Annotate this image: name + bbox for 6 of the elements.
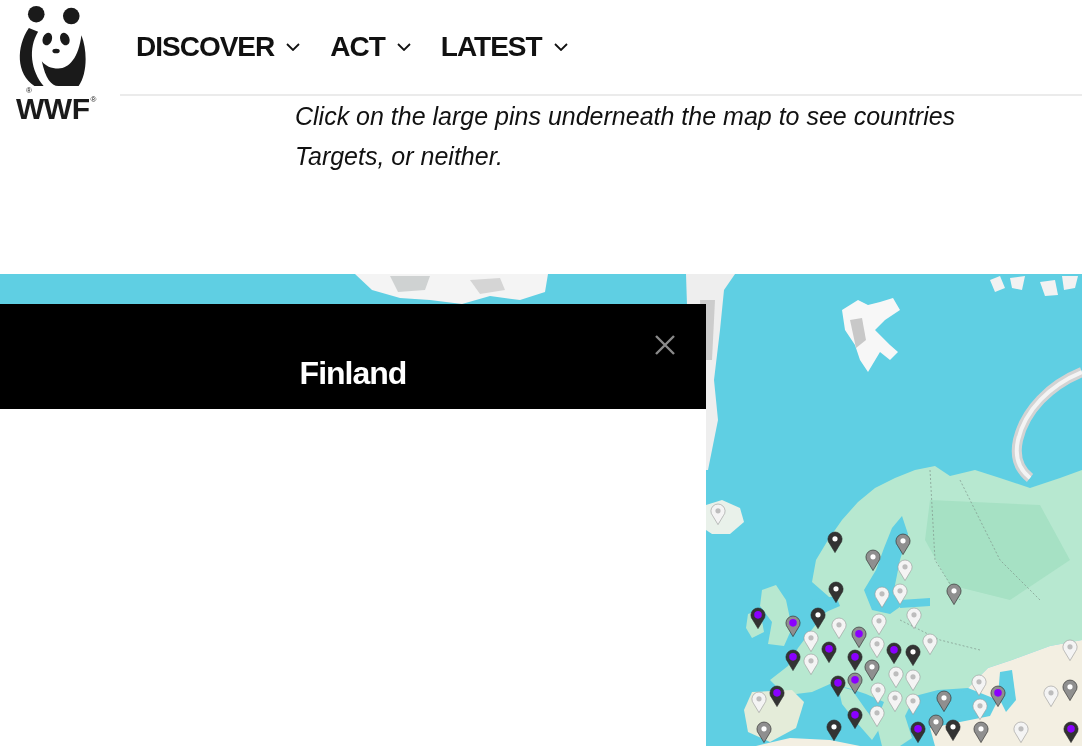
panel-title: Finland [299, 353, 407, 392]
registered-mark: ® [90, 96, 97, 104]
logo-wordmark: WWF [16, 96, 90, 122]
intro-text: Click on the large pins underneath the map to see countries [295, 101, 956, 132]
intro-text: Targets, or neither. [295, 141, 503, 172]
registered-mark: ® [26, 87, 32, 95]
